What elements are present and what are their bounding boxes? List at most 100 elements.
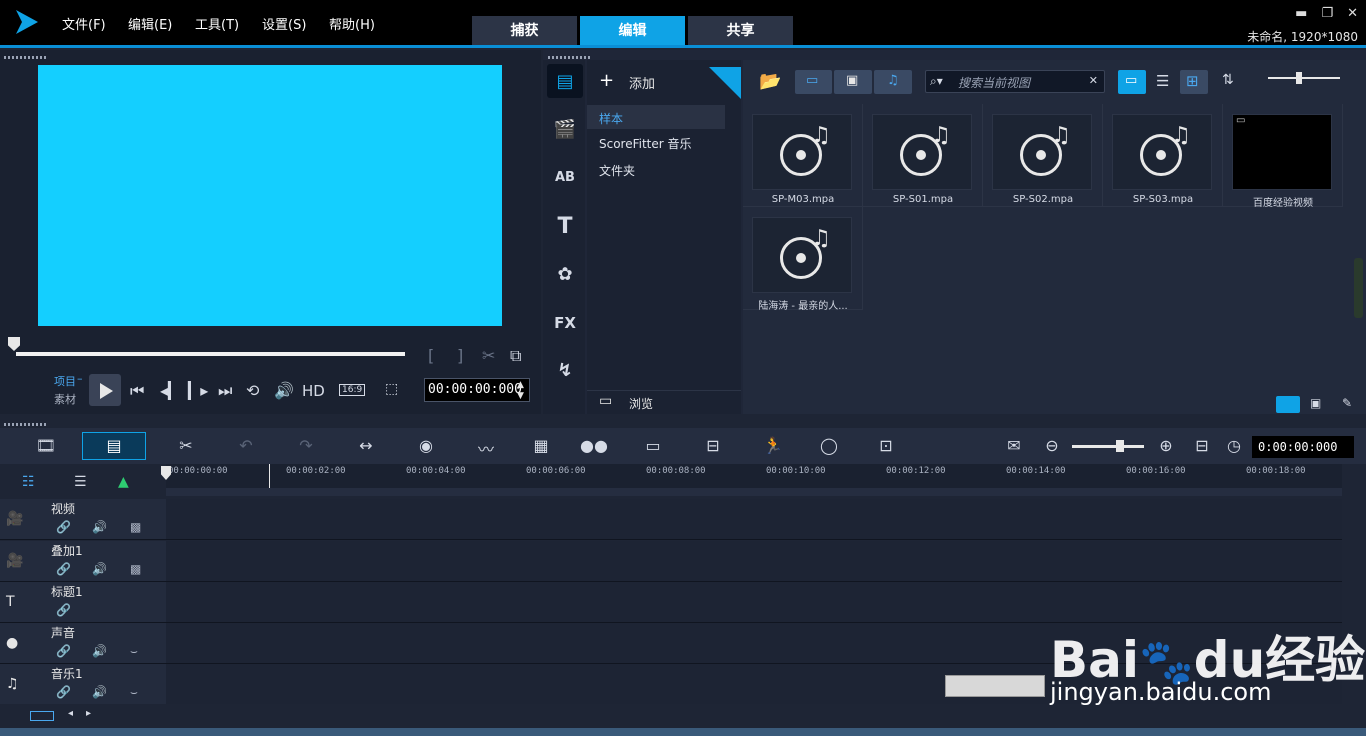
track-lane[interactable] <box>166 499 1342 540</box>
zoom-in-icon[interactable]: ⊕ <box>1152 436 1180 458</box>
enlarge-preview-icon[interactable]: ⧉ <box>510 346 521 366</box>
ducking-icon[interactable]: ⌣ <box>130 644 138 659</box>
tree-item-samples[interactable]: 样本 <box>599 110 623 127</box>
motion-tracking-icon[interactable]: ●● <box>580 436 608 458</box>
link-icon[interactable]: 🔗 <box>56 685 71 699</box>
library-item[interactable]: ♫ SP-S03.mpa <box>1103 104 1223 207</box>
mark-out-icon[interactable]: ] <box>457 346 463 365</box>
library-item[interactable]: ▭ 百度经验视频 <box>1223 104 1343 209</box>
go-end-icon[interactable]: ⏭ <box>218 381 232 401</box>
library-grip[interactable] <box>548 56 592 59</box>
tree-item-scorefitter[interactable]: ScoreFitter 音乐 <box>599 135 692 152</box>
auto-music-icon[interactable]: ▦ <box>527 436 555 458</box>
fit-timeline-icon[interactable]: ↔ <box>352 436 380 458</box>
restore-icon[interactable]: ❐ <box>1321 6 1333 21</box>
multicam-icon[interactable]: ⊟ <box>699 436 727 458</box>
panel-grip[interactable] <box>4 56 48 59</box>
browse-button[interactable]: 浏览 <box>629 395 653 412</box>
menu-edit[interactable]: 编辑(E) <box>128 14 172 33</box>
filter-fx-icon[interactable]: FX <box>551 309 579 337</box>
add-track-icon[interactable]: ☰ <box>74 474 87 490</box>
track-lane[interactable] <box>166 541 1342 582</box>
tab-share[interactable]: 共享 <box>688 16 793 46</box>
zoom-slider-handle[interactable] <box>1116 440 1124 452</box>
mark-in-icon[interactable]: [ <box>428 346 434 365</box>
checker-icon[interactable]: ▩ <box>130 520 141 534</box>
prev-frame-icon[interactable]: ◂▎ <box>160 381 180 400</box>
title-icon[interactable]: T <box>551 213 579 241</box>
ripple-edit-icon[interactable]: ▲ <box>118 474 129 490</box>
clock-icon[interactable]: ◷ <box>1220 436 1248 458</box>
mute-icon[interactable]: 🔊 <box>92 685 107 699</box>
track-header-title[interactable]: T 标题1 🔗 <box>0 582 166 623</box>
import-media-icon[interactable]: 📂 <box>759 71 781 92</box>
timecode-up-icon[interactable]: ▲ <box>517 380 524 390</box>
link-icon[interactable]: 🔗 <box>56 520 71 534</box>
browse-icon[interactable]: ▭ <box>599 393 612 409</box>
path-icon[interactable]: ↯ <box>551 357 579 385</box>
thumbnail-view-button[interactable]: ▭ <box>1118 70 1146 94</box>
subtitle-editor-icon[interactable]: ▭ <box>639 436 667 458</box>
library-view-button[interactable] <box>1276 396 1300 413</box>
timeline-timecode[interactable]: 0:00:00:000 <box>1252 436 1354 458</box>
library-item[interactable]: ♫ 陆海涛 - 最亲的人... <box>743 207 863 312</box>
menu-help[interactable]: 帮助(H) <box>329 14 375 33</box>
scrub-bar[interactable] <box>16 352 405 356</box>
library-scrollbar[interactable] <box>1354 258 1363 318</box>
zoom-slider[interactable] <box>1072 445 1144 448</box>
redo-icon[interactable]: ↷ <box>292 436 320 458</box>
timecode-down-icon[interactable]: ▼ <box>517 391 524 401</box>
tab-edit[interactable]: 编辑 <box>580 16 685 46</box>
volume-icon[interactable]: 🔊 <box>274 381 294 400</box>
library-item[interactable]: ♫ SP-M03.mpa <box>743 104 863 207</box>
track-height-icon[interactable] <box>30 711 54 721</box>
graphic-icon[interactable]: ✿ <box>551 261 579 289</box>
crop-select-icon[interactable]: ⬚ <box>385 381 398 397</box>
timeline-grip[interactable] <box>4 423 48 426</box>
mute-icon[interactable]: 🔊 <box>92 520 107 534</box>
mute-icon[interactable]: 🔊 <box>92 644 107 658</box>
repeat-icon[interactable]: ⟲ <box>246 381 259 400</box>
mask-creator-icon[interactable]: ◯ <box>815 436 843 458</box>
instant-project-icon[interactable]: 🎬 <box>551 116 579 144</box>
link-icon[interactable]: 🔗 <box>56 603 71 617</box>
project-mode-label[interactable]: 项目 <box>54 373 76 389</box>
transition-icon[interactable]: AB <box>551 164 579 192</box>
tools-icon[interactable]: ✂ <box>172 436 200 458</box>
list-view-icon[interactable]: ☰ <box>1156 72 1169 90</box>
player-timecode[interactable]: 00:00:00:000 <box>424 378 530 402</box>
thumb-size-slider[interactable] <box>1268 77 1340 79</box>
tab-capture[interactable]: 捕获 <box>472 16 577 46</box>
search-clear-icon[interactable]: ✕ <box>1089 74 1098 87</box>
undo-icon[interactable]: ↶ <box>232 436 260 458</box>
link-icon[interactable]: 🔗 <box>56 644 71 658</box>
hd-toggle[interactable]: HD <box>302 382 325 400</box>
pan-zoom-icon[interactable]: ⊡ <box>872 436 900 458</box>
menu-file[interactable]: 文件(F) <box>62 14 106 33</box>
smart-proxy-icon[interactable]: ✉ <box>1000 436 1028 458</box>
track-header-overlay[interactable]: 🎥 叠加1 🔗 🔊 ▩ <box>0 541 166 582</box>
link-icon[interactable]: 🔗 <box>56 562 71 576</box>
ime-toolbar[interactable] <box>945 675 1045 697</box>
track-header-voice[interactable]: ● 声音 🔗 🔊 ⌣ <box>0 623 166 664</box>
media-library-icon[interactable]: ▤ <box>551 68 579 96</box>
track-header-music[interactable]: ♫ 音乐1 🔗 🔊 ⌣ <box>0 664 166 705</box>
edit-properties-icon[interactable]: ✎ <box>1342 396 1352 410</box>
menu-settings[interactable]: 设置(S) <box>262 14 306 33</box>
track-manager-icon[interactable]: ☷ <box>22 474 35 490</box>
scroll-left-icon[interactable]: ◂ <box>68 708 73 719</box>
time-remap-icon[interactable]: 🏃 <box>759 436 787 458</box>
sound-mixer-icon[interactable]: 〰 <box>472 436 500 459</box>
zoom-out-icon[interactable]: ⊖ <box>1038 436 1066 458</box>
scroll-right-icon[interactable]: ▸ <box>86 708 91 719</box>
mute-icon[interactable]: 🔊 <box>92 562 107 576</box>
timeline-ruler[interactable]: 00:00:00:00 00:00:02:00 00:00:04:00 00:0… <box>166 464 1342 488</box>
filmstrip-icon[interactable]: ▣ <box>1310 396 1321 410</box>
thumb-size-handle[interactable] <box>1296 72 1302 84</box>
track-header-video[interactable]: 🎥 视频 🔗 🔊 ▩ <box>0 499 166 540</box>
library-item[interactable]: ♫ SP-S02.mpa <box>983 104 1103 207</box>
show-video-button[interactable]: ▭ <box>795 70 832 94</box>
search-box[interactable]: ⌕▾ 搜索当前视图 ✕ <box>925 70 1105 93</box>
menu-tools[interactable]: 工具(T) <box>195 14 239 33</box>
add-icon[interactable]: + <box>599 70 614 91</box>
